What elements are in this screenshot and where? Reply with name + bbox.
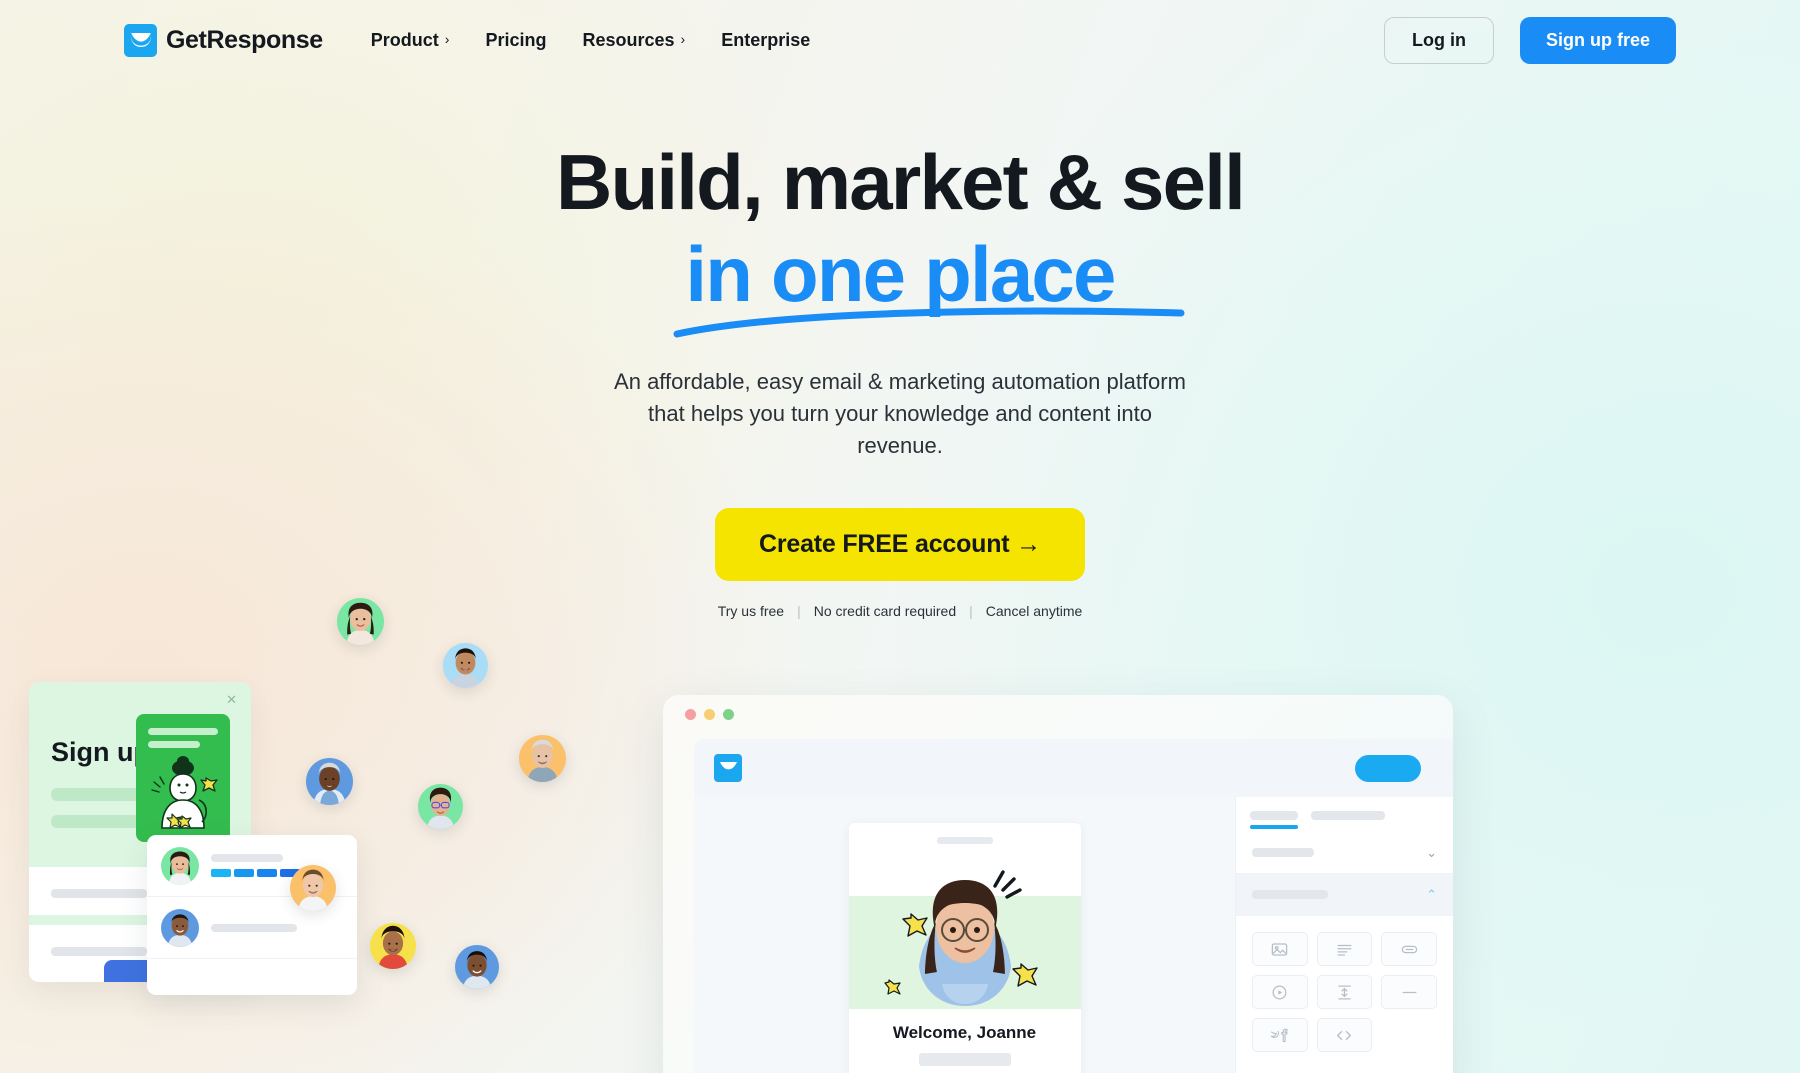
social-block-icon[interactable] [1252, 1018, 1308, 1052]
nav-item-resources[interactable]: Resources › [582, 30, 685, 51]
header-actions: Log in Sign up free [1384, 16, 1676, 64]
tab-placeholder[interactable] [1250, 811, 1298, 820]
window-minimize-dot[interactable] [704, 708, 715, 720]
avatar [455, 945, 499, 989]
avatar [443, 643, 488, 688]
hero-cta-wrap: Create FREE account → Try us free | No c… [0, 508, 1800, 619]
envelope-icon [714, 754, 742, 782]
hero-subtitle: An affordable, easy email & marketing au… [614, 369, 1186, 459]
video-block-icon[interactable] [1252, 975, 1308, 1009]
editor-sidebar: ⌄ ⌃ [1235, 797, 1453, 1073]
avatar [370, 923, 416, 969]
create-free-account-button[interactable]: Create FREE account → [715, 508, 1085, 582]
envelope-icon [124, 23, 157, 57]
chevron-right-icon: › [680, 31, 686, 47]
cta-note-3: Cancel anytime [985, 603, 1083, 620]
window-close-dot[interactable] [685, 708, 696, 720]
list-item-title-placeholder [211, 854, 283, 862]
main-nav: Product › Pricing Resources › Enterprise [371, 30, 810, 51]
window-maximize-dot[interactable] [723, 708, 734, 720]
active-tab-indicator [1250, 825, 1298, 829]
row-placeholder [1252, 848, 1314, 857]
row-placeholder [1252, 890, 1328, 899]
nav-item-product[interactable]: Product › [371, 30, 450, 51]
sidebar-collapsible-row-active[interactable]: ⌃ [1236, 874, 1453, 916]
login-button[interactable]: Log in [1384, 16, 1494, 64]
list-item-content [211, 923, 343, 932]
close-icon[interactable]: ✕ [226, 693, 237, 706]
chevron-down-icon: ⌄ [1426, 845, 1437, 860]
row-placeholder [51, 889, 147, 898]
hero-title-line2-wrap: in one place [673, 230, 1185, 338]
progress-bar-segment [257, 869, 277, 877]
text-block-icon[interactable] [1316, 932, 1373, 966]
signup-button[interactable]: Sign up free [1519, 16, 1676, 64]
chevron-right-icon: › [444, 31, 450, 47]
email-editor-app: Welcome, Joanne ⌄ ⌃ [694, 739, 1453, 1073]
avatar [161, 846, 199, 885]
email-canvas: Welcome, Joanne [694, 797, 1235, 1073]
page-title: Build, market & sell in one place [0, 138, 1800, 338]
button-block-icon[interactable] [1381, 932, 1437, 966]
app-body: Welcome, Joanne ⌄ ⌃ [694, 797, 1453, 1073]
chevron-up-icon: ⌃ [1426, 887, 1437, 902]
form-field-placeholder [51, 815, 141, 828]
hero-title-line1: Build, market & sell [556, 138, 1246, 226]
cta-note-2: No credit card required [813, 603, 957, 620]
nav-item-label: Pricing [485, 29, 547, 50]
contacts-list-card [147, 835, 357, 995]
hero-section: Build, market & sell in one place An aff… [0, 140, 1800, 619]
email-header-placeholder [936, 837, 993, 844]
email-cta-placeholder [918, 1053, 1011, 1066]
cta-note-separator: | [969, 603, 973, 620]
promo-line [148, 741, 200, 748]
nav-item-label: Enterprise [721, 29, 811, 50]
avatar [290, 865, 336, 911]
site-header: GetResponse Product › Pricing Resources … [0, 0, 1800, 80]
avatar [418, 784, 463, 829]
nav-item-label: Resources [582, 29, 675, 50]
promo-line [148, 728, 218, 735]
avatar [306, 758, 353, 805]
cta-note-separator: | [797, 603, 801, 620]
person-with-stars-illustration [151, 756, 218, 829]
cta-notes: Try us free | No credit card required | … [0, 603, 1800, 619]
landing-page: GetResponse Product › Pricing Resources … [0, 0, 1800, 1073]
progress-bar-segment [211, 869, 231, 877]
avatar [161, 908, 199, 947]
logo-text: GetResponse [166, 25, 323, 54]
row-placeholder [51, 947, 147, 956]
cta-note-1: Try us free [717, 603, 785, 620]
hero-title-line2: in one place [685, 230, 1116, 319]
nav-item-pricing[interactable]: Pricing [485, 30, 546, 51]
spacer-block-icon[interactable] [1316, 975, 1373, 1009]
app-toolbar [694, 739, 1453, 797]
email-preview-card: Welcome, Joanne [848, 823, 1081, 1073]
primary-action-pill[interactable] [1355, 754, 1421, 782]
avatar [519, 735, 566, 782]
code-block-icon[interactable] [1316, 1018, 1373, 1052]
email-hero-photo [848, 856, 1081, 1009]
block-palette [1236, 916, 1453, 1052]
logo[interactable]: GetResponse [124, 23, 323, 57]
divider-block-icon[interactable] [1381, 975, 1437, 1009]
sidebar-collapsible-row[interactable]: ⌄ [1236, 832, 1453, 874]
progress-bar-segment [234, 869, 254, 877]
product-illustration: ✕ Sign up! Welcome, Joanne ⌄ ⌃ [0, 598, 1800, 1073]
email-greeting: Welcome, Joanne [892, 1023, 1037, 1042]
promo-panel [136, 714, 230, 842]
nav-item-label: Product [370, 29, 439, 50]
browser-window-mockup: Welcome, Joanne ⌄ ⌃ [663, 695, 1453, 1073]
image-block-icon[interactable] [1252, 932, 1308, 966]
browser-titlebar [663, 695, 1453, 733]
sidebar-tabs [1236, 797, 1453, 829]
tab-placeholder[interactable] [1311, 811, 1385, 820]
nav-item-enterprise[interactable]: Enterprise [721, 30, 810, 51]
list-item-title-placeholder [211, 923, 297, 932]
